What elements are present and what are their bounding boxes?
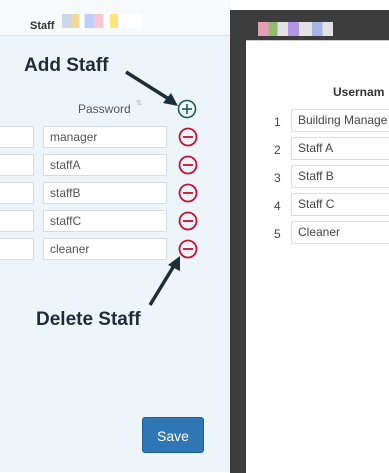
row-number: 5 [274, 227, 281, 241]
username-cell[interactable]: Building Manage [291, 109, 389, 132]
username-cell[interactable]: Staff B [291, 165, 389, 188]
delete-arrow-line [148, 263, 177, 306]
row-number: 3 [274, 171, 281, 185]
row-number: 1 [274, 115, 281, 129]
modal-backdrop [230, 10, 246, 473]
row-number: 2 [274, 143, 281, 157]
username-cell[interactable]: Staff A [291, 137, 389, 160]
username-cell[interactable]: Staff C [291, 193, 389, 216]
username-cell[interactable]: Cleaner [291, 221, 389, 244]
row-number: 4 [274, 199, 281, 213]
title-artifact-2 [258, 22, 333, 36]
username-column-header: Usernam [333, 85, 385, 99]
add-arrow-line [125, 70, 173, 103]
save-button[interactable]: Save [142, 417, 204, 453]
staff-list-panel [246, 40, 389, 473]
